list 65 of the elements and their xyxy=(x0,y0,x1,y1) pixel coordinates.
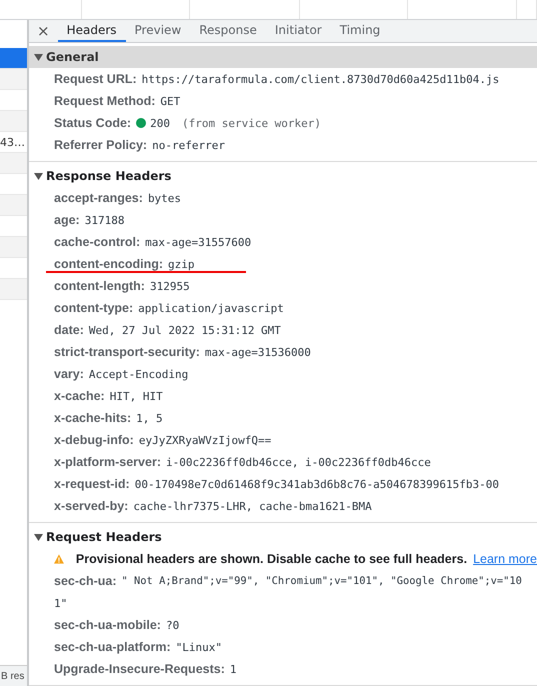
header-name: vary: xyxy=(54,367,84,381)
header-name: content-encoding: xyxy=(54,257,164,271)
expand-triangle-icon xyxy=(34,172,43,180)
header-value: bytes xyxy=(148,192,182,204)
header-value: 200 xyxy=(150,116,170,130)
header-value: 00-170498e7c0d61468f9c341ab3d6b8c76-a504678399615fb3-00 xyxy=(134,478,499,490)
status-text: B res xyxy=(0,665,27,686)
header-value: https://taraformula.com/client.8730d70d60a425d11b04.js xyxy=(142,72,500,86)
header-value: eyJyZXRyaWVzIjowfQ== xyxy=(138,434,272,446)
header-value: i-00c2236ff0db46cce, i-00c2236ff0db46cce xyxy=(166,456,431,468)
header-value: 312955 xyxy=(150,280,190,292)
header-name: x-platform-server: xyxy=(54,455,161,469)
learn-more-link[interactable]: Learn more xyxy=(473,552,537,566)
tab[interactable]: Response xyxy=(190,20,266,42)
tab[interactable]: Headers xyxy=(58,20,126,42)
header-value: Wed, 27 Jul 2022 15:31:12 GMT xyxy=(88,324,281,336)
header-value: cache-lhr7375-LHR, cache-bma1621-BMA xyxy=(133,500,372,512)
header-value: max-age=31536000 xyxy=(204,346,311,358)
header-name: Request Method: xyxy=(54,94,156,108)
header-name: sec-ch-ua-mobile: xyxy=(54,618,161,632)
header-name: x-cache-hits: xyxy=(54,411,132,425)
header-value: gzip xyxy=(168,258,195,270)
section-header[interactable]: General xyxy=(29,46,537,68)
header-name: Upgrade-Insecure-Requests: xyxy=(54,662,225,676)
warning-icon xyxy=(54,553,64,565)
header-name: cache-control: xyxy=(54,235,140,249)
header-name: x-served-by: xyxy=(54,499,128,513)
header-value: 1 xyxy=(230,662,236,676)
section-header[interactable]: Response Headers xyxy=(29,165,537,187)
header-name: Referrer Policy: xyxy=(54,138,148,152)
header-name: content-length: xyxy=(54,279,145,293)
header-name: x-debug-info: xyxy=(54,433,134,447)
tab[interactable]: Initiator xyxy=(266,20,331,42)
expand-triangle-icon xyxy=(34,54,43,60)
header-value: no-referrer xyxy=(152,138,225,152)
header-name: sec-ch-ua-platform: xyxy=(54,640,171,654)
request-row[interactable] xyxy=(0,48,27,69)
header-name: Request URL: xyxy=(54,72,137,86)
header-value: "Linux" xyxy=(176,640,222,654)
header-name: sec-ch-ua: xyxy=(54,574,117,588)
header-value: application/javascript xyxy=(138,302,284,314)
header-value: GET xyxy=(160,94,180,108)
warning-text: Provisional headers are shown. Disable cache to see full headers. xyxy=(76,552,468,566)
header-name: x-cache: xyxy=(54,389,105,403)
tab[interactable]: Preview xyxy=(126,20,190,42)
header-name: x-request-id: xyxy=(54,477,130,491)
header-name: accept-ranges: xyxy=(54,191,143,205)
tab[interactable]: Timing xyxy=(330,20,390,42)
header-value: " Not A;Brand";v="99", "Chromium";v="101", "Google Chrome";v="10 xyxy=(122,575,522,587)
header-value: ?0 xyxy=(166,618,180,632)
header-value: 1" xyxy=(54,596,68,610)
header-name: date: xyxy=(54,323,84,337)
close-button[interactable]: × xyxy=(35,20,58,42)
header-name: content-type: xyxy=(54,301,134,315)
header-value: HIT, HIT xyxy=(110,390,163,402)
section-header[interactable]: Request Headers xyxy=(29,526,537,548)
header-value: 1, 5 xyxy=(136,412,163,424)
header-value: max-age=31557600 xyxy=(145,236,252,248)
status-note: (from service worker) xyxy=(182,116,322,130)
header-name: strict-transport-security: xyxy=(54,345,200,359)
header-value: 317188 xyxy=(84,214,124,226)
header-name: Status Code: xyxy=(54,116,132,130)
expand-triangle-icon xyxy=(34,534,43,540)
header-value: Accept-Encoding xyxy=(88,368,188,380)
header-name: age: xyxy=(54,213,80,227)
